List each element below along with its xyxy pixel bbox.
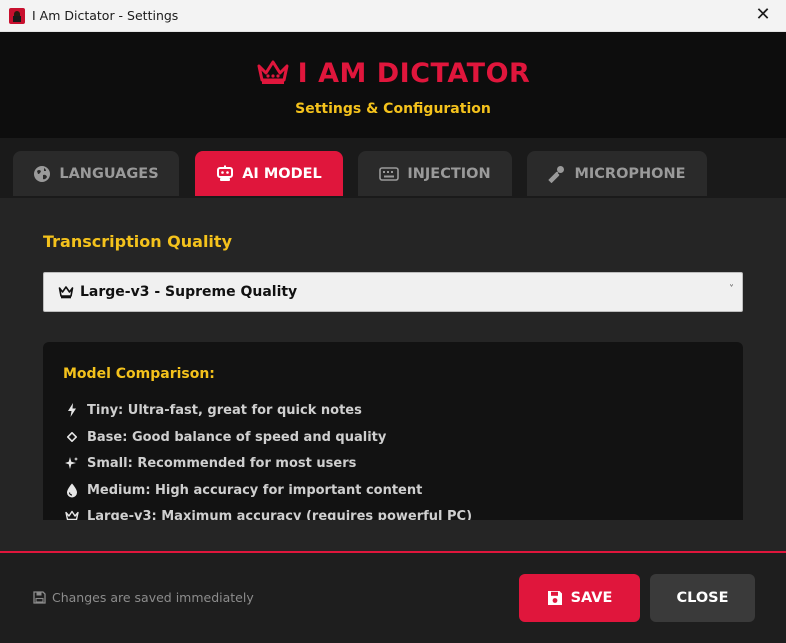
list-item-text: Medium: High accuracy for important cont… <box>87 482 423 498</box>
diamond-icon <box>67 432 77 442</box>
floppy-disk-icon <box>547 591 562 605</box>
tab-microphone[interactable]: MICROPHONE <box>527 151 707 196</box>
list-item-text: Large-v3: Maximum accuracy (requires pow… <box>87 508 473 521</box>
floppy-disk-icon <box>33 591 46 604</box>
app-header: I AM DICTATOR Settings & Configuration <box>0 32 786 138</box>
brand-text: I AM DICTATOR <box>297 58 531 89</box>
crown-icon <box>65 510 79 520</box>
tab-languages[interactable]: LANGUAGES <box>13 151 179 196</box>
list-item-text: Tiny: Ultra-fast, great for quick notes <box>87 402 362 418</box>
crown-icon <box>58 286 74 299</box>
globe-icon <box>34 165 51 182</box>
chevron-down-icon: ˅ <box>729 284 734 295</box>
model-select-value: Large-v3 - Supreme Quality <box>80 284 298 300</box>
microphone-icon <box>548 165 565 183</box>
list-item: Medium: High accuracy for important cont… <box>65 480 422 500</box>
tab-injection[interactable]: INJECTION <box>358 151 512 196</box>
robot-icon <box>217 165 234 181</box>
list-item-text: Small: Recommended for most users <box>87 455 357 471</box>
bolt-icon <box>68 403 76 417</box>
tab-ai-model[interactable]: AI MODEL <box>195 151 343 196</box>
tab-bar: LANGUAGES AI MODEL INJECTION MICROPHONE <box>0 138 786 198</box>
save-button[interactable]: SAVE <box>519 574 640 622</box>
window-titlebar: I Am Dictator - Settings ✕ <box>0 0 786 32</box>
model-select[interactable]: Large-v3 - Supreme Quality ˅ <box>43 272 743 312</box>
list-item: Small: Recommended for most users <box>65 453 356 473</box>
tab-label: LANGUAGES <box>59 165 159 182</box>
header-subtitle: Settings & Configuration <box>295 101 491 117</box>
model-comparison-box: Model Comparison: Tiny: Ultra-fast, grea… <box>43 342 743 520</box>
drop-icon <box>67 483 77 497</box>
section-title: Transcription Quality <box>43 232 232 251</box>
close-button-label: CLOSE <box>676 590 729 606</box>
tab-label: INJECTION <box>407 165 491 182</box>
list-item: Large-v3: Maximum accuracy (requires pow… <box>65 506 472 520</box>
list-item: Tiny: Ultra-fast, great for quick notes <box>65 400 362 420</box>
comparison-title: Model Comparison: <box>63 366 215 382</box>
close-button[interactable]: CLOSE <box>650 574 755 622</box>
tab-label: MICROPHONE <box>574 165 686 182</box>
crown-icon <box>257 60 289 84</box>
app-icon <box>9 8 25 24</box>
tab-content-ai-model: Transcription Quality Large-v3 - Supreme… <box>0 198 786 552</box>
save-button-label: SAVE <box>570 590 613 606</box>
keyboard-icon <box>379 166 400 181</box>
footer: Changes are saved immediately SAVE CLOSE <box>0 553 786 643</box>
window-close-button[interactable]: ✕ <box>740 0 786 31</box>
sparkle-icon <box>65 457 78 469</box>
list-item: Base: Good balance of speed and quality <box>65 427 386 447</box>
brand-title: I AM DICTATOR <box>0 58 786 89</box>
autosave-note: Changes are saved immediately <box>33 590 254 605</box>
tab-label: AI MODEL <box>242 165 322 182</box>
window-title: I Am Dictator - Settings <box>32 8 179 23</box>
list-item-text: Base: Good balance of speed and quality <box>87 429 387 445</box>
autosave-note-text: Changes are saved immediately <box>52 590 254 605</box>
